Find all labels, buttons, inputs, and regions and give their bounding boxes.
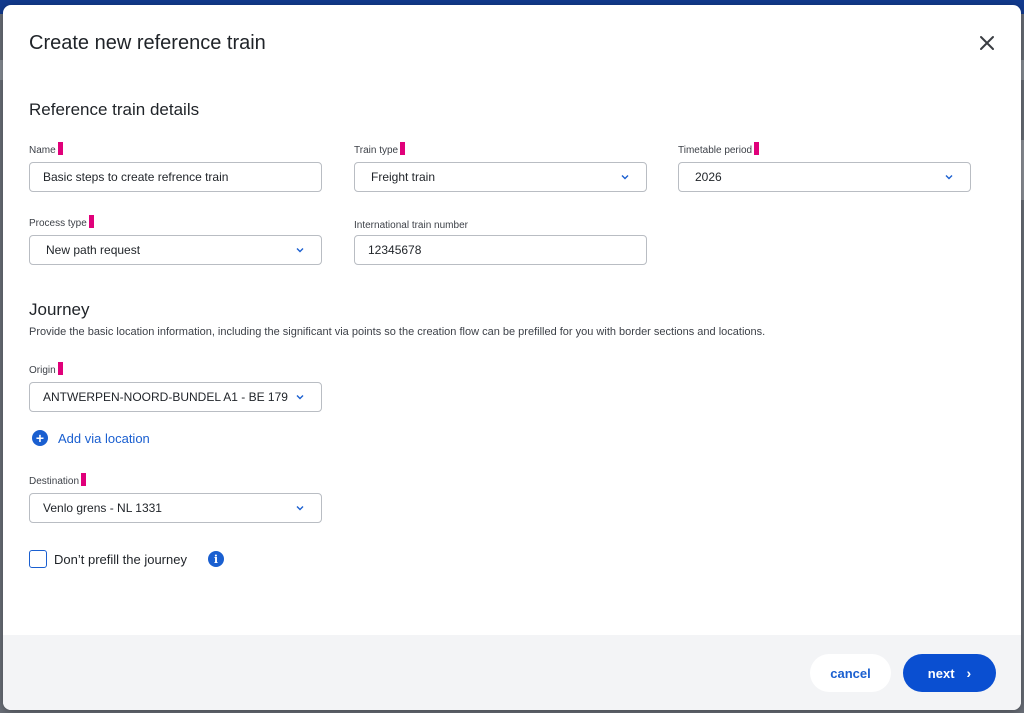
name-input[interactable]: Basic steps to create refrence train — [29, 162, 322, 192]
required-marker — [57, 362, 63, 375]
next-label: next — [927, 665, 955, 681]
required-marker — [754, 142, 760, 155]
process-type-select[interactable]: New path request — [29, 235, 322, 265]
chevron-down-icon — [945, 175, 953, 180]
destination-value: Venlo grens - NL 1331 — [43, 501, 162, 515]
dont-prefill-checkbox[interactable] — [29, 550, 47, 568]
chevron-down-icon — [621, 175, 629, 180]
chevron-down-icon — [296, 395, 304, 400]
add-via-location-label: Add via location — [58, 430, 150, 446]
timetable-period-select[interactable]: 2026 — [678, 162, 971, 192]
journey-heading: Journey — [29, 300, 90, 319]
chevron-right-icon: › — [966, 665, 972, 681]
required-marker — [81, 473, 87, 486]
cancel-button[interactable]: cancel — [810, 654, 891, 692]
next-button[interactable]: next › — [903, 654, 996, 692]
train-type-label: Train type — [354, 142, 406, 156]
origin-value: ANTWERPEN-NOORD-BUNDEL A1 - BE 179 — [43, 390, 288, 404]
process-type-label: Process type — [29, 215, 94, 229]
dont-prefill-label: Don’t prefill the journey — [54, 552, 187, 567]
required-marker — [57, 142, 63, 155]
chevron-down-icon — [296, 506, 304, 511]
international-train-number-input[interactable]: 12345678 — [354, 235, 647, 265]
plus-circle-icon: + — [32, 430, 48, 446]
name-label: Name — [29, 142, 63, 156]
journey-description: Provide the basic location information, … — [29, 326, 766, 338]
origin-select[interactable]: ANTWERPEN-NOORD-BUNDEL A1 - BE 179 — [29, 382, 322, 412]
destination-label: Destination — [29, 473, 87, 487]
reference-train-details-heading: Reference train details — [29, 100, 200, 119]
add-via-location-button[interactable]: + Add via location — [32, 430, 150, 446]
info-icon[interactable]: i — [208, 551, 224, 567]
timetable-period-value: 2026 — [695, 170, 722, 184]
create-reference-train-dialog: Create new reference train Reference tra… — [3, 5, 1021, 710]
train-type-value: Freight train — [371, 170, 436, 184]
origin-label: Origin — [29, 362, 63, 376]
destination-select[interactable]: Venlo grens - NL 1331 — [29, 493, 322, 523]
required-marker — [400, 142, 406, 155]
chevron-down-icon — [296, 248, 304, 253]
required-marker — [88, 215, 94, 228]
train-type-select[interactable]: Freight train — [354, 162, 647, 192]
dialog-title: Create new reference train — [29, 32, 266, 54]
name-value: Basic steps to create refrence train — [43, 170, 229, 184]
close-icon[interactable] — [973, 29, 1001, 57]
timetable-period-label: Timetable period — [678, 142, 760, 156]
process-type-value: New path request — [46, 243, 141, 257]
international-train-number-label: International train number — [354, 220, 468, 231]
international-train-number-value: 12345678 — [368, 243, 422, 257]
